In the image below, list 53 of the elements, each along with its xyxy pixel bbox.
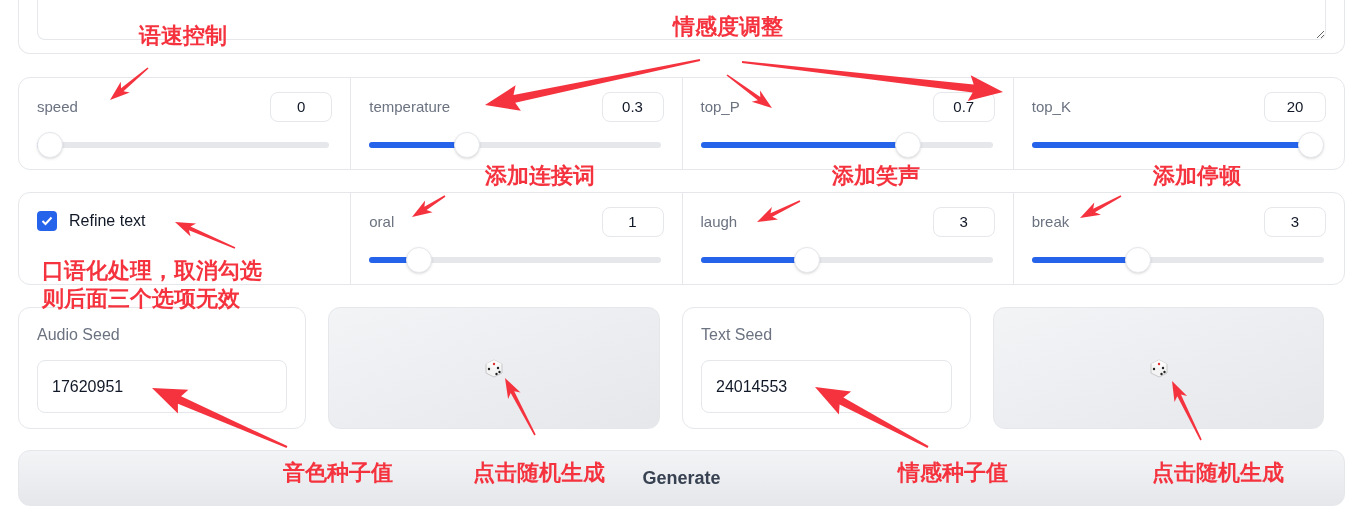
- slider-label: break: [1031, 211, 1070, 232]
- seed-label: Text Seed: [701, 325, 774, 345]
- slider-label: top_P: [700, 96, 740, 117]
- dice-icon: [483, 357, 505, 379]
- random-seed-button[interactable]: [328, 307, 660, 429]
- annotation-text: 情感种子值: [898, 459, 1008, 487]
- number-field[interactable]: 3: [932, 207, 995, 237]
- number-field[interactable]: 0.3: [601, 92, 664, 122]
- annotation-text: 情感度调整: [673, 13, 783, 41]
- annotation-arrow: [412, 195, 446, 217]
- dice-icon: [1147, 357, 1170, 379]
- annotation-text: 语速控制: [139, 22, 227, 50]
- number-field[interactable]: 1: [601, 207, 664, 237]
- slider-thumb[interactable]: [793, 247, 820, 273]
- slider-thumb[interactable]: [37, 132, 63, 158]
- slider-thumb[interactable]: [894, 132, 921, 158]
- checkbox[interactable]: [37, 211, 57, 231]
- slider-label: oral: [369, 211, 395, 232]
- annotation-text: 音色种子值: [283, 459, 393, 487]
- annotation-arrow: [505, 378, 536, 436]
- slider-label: laugh: [700, 211, 738, 232]
- number-field[interactable]: 20: [1264, 92, 1326, 122]
- slider-thumb[interactable]: [1124, 247, 1151, 273]
- annotation-text: 添加连接词: [485, 162, 595, 190]
- slider-track[interactable]: [369, 247, 662, 273]
- slider-thumb[interactable]: [406, 247, 433, 273]
- slider-track[interactable]: [1031, 132, 1324, 158]
- annotation-text: 点击随机生成: [1152, 459, 1284, 487]
- slider-label: speed: [37, 96, 78, 117]
- annotation-arrow: [175, 222, 236, 249]
- annotation-arrow: [1080, 195, 1122, 218]
- seed-label: Audio Seed: [37, 325, 121, 345]
- slider-track[interactable]: [37, 132, 329, 158]
- slider-thumb[interactable]: [454, 132, 481, 158]
- slider-label: temperature: [369, 96, 451, 117]
- slider-label: top_K: [1031, 96, 1071, 117]
- slider-thumb[interactable]: [1297, 132, 1324, 158]
- annotation-text: 添加笑声: [832, 162, 920, 190]
- checkmark-icon: [41, 216, 53, 226]
- annotation-arrow: [1172, 381, 1202, 441]
- annotation-text: 点击随机生成: [473, 459, 605, 487]
- slider-track[interactable]: [1031, 247, 1324, 273]
- slider-track[interactable]: [369, 132, 662, 158]
- slider-track[interactable]: [700, 247, 993, 273]
- number-field[interactable]: 3: [1264, 207, 1326, 237]
- annotation-arrow: [110, 67, 149, 100]
- annotation-text: 口语化处理，取消勾选 则后面三个选项无效: [42, 257, 262, 313]
- annotation-arrow: [757, 200, 801, 222]
- checkbox-label: Refine text: [69, 211, 146, 231]
- slider-track[interactable]: [700, 132, 993, 158]
- random-seed-button[interactable]: [993, 307, 1324, 429]
- annotation-text: 添加停顿: [1153, 162, 1241, 190]
- number-field[interactable]: 0: [270, 92, 333, 122]
